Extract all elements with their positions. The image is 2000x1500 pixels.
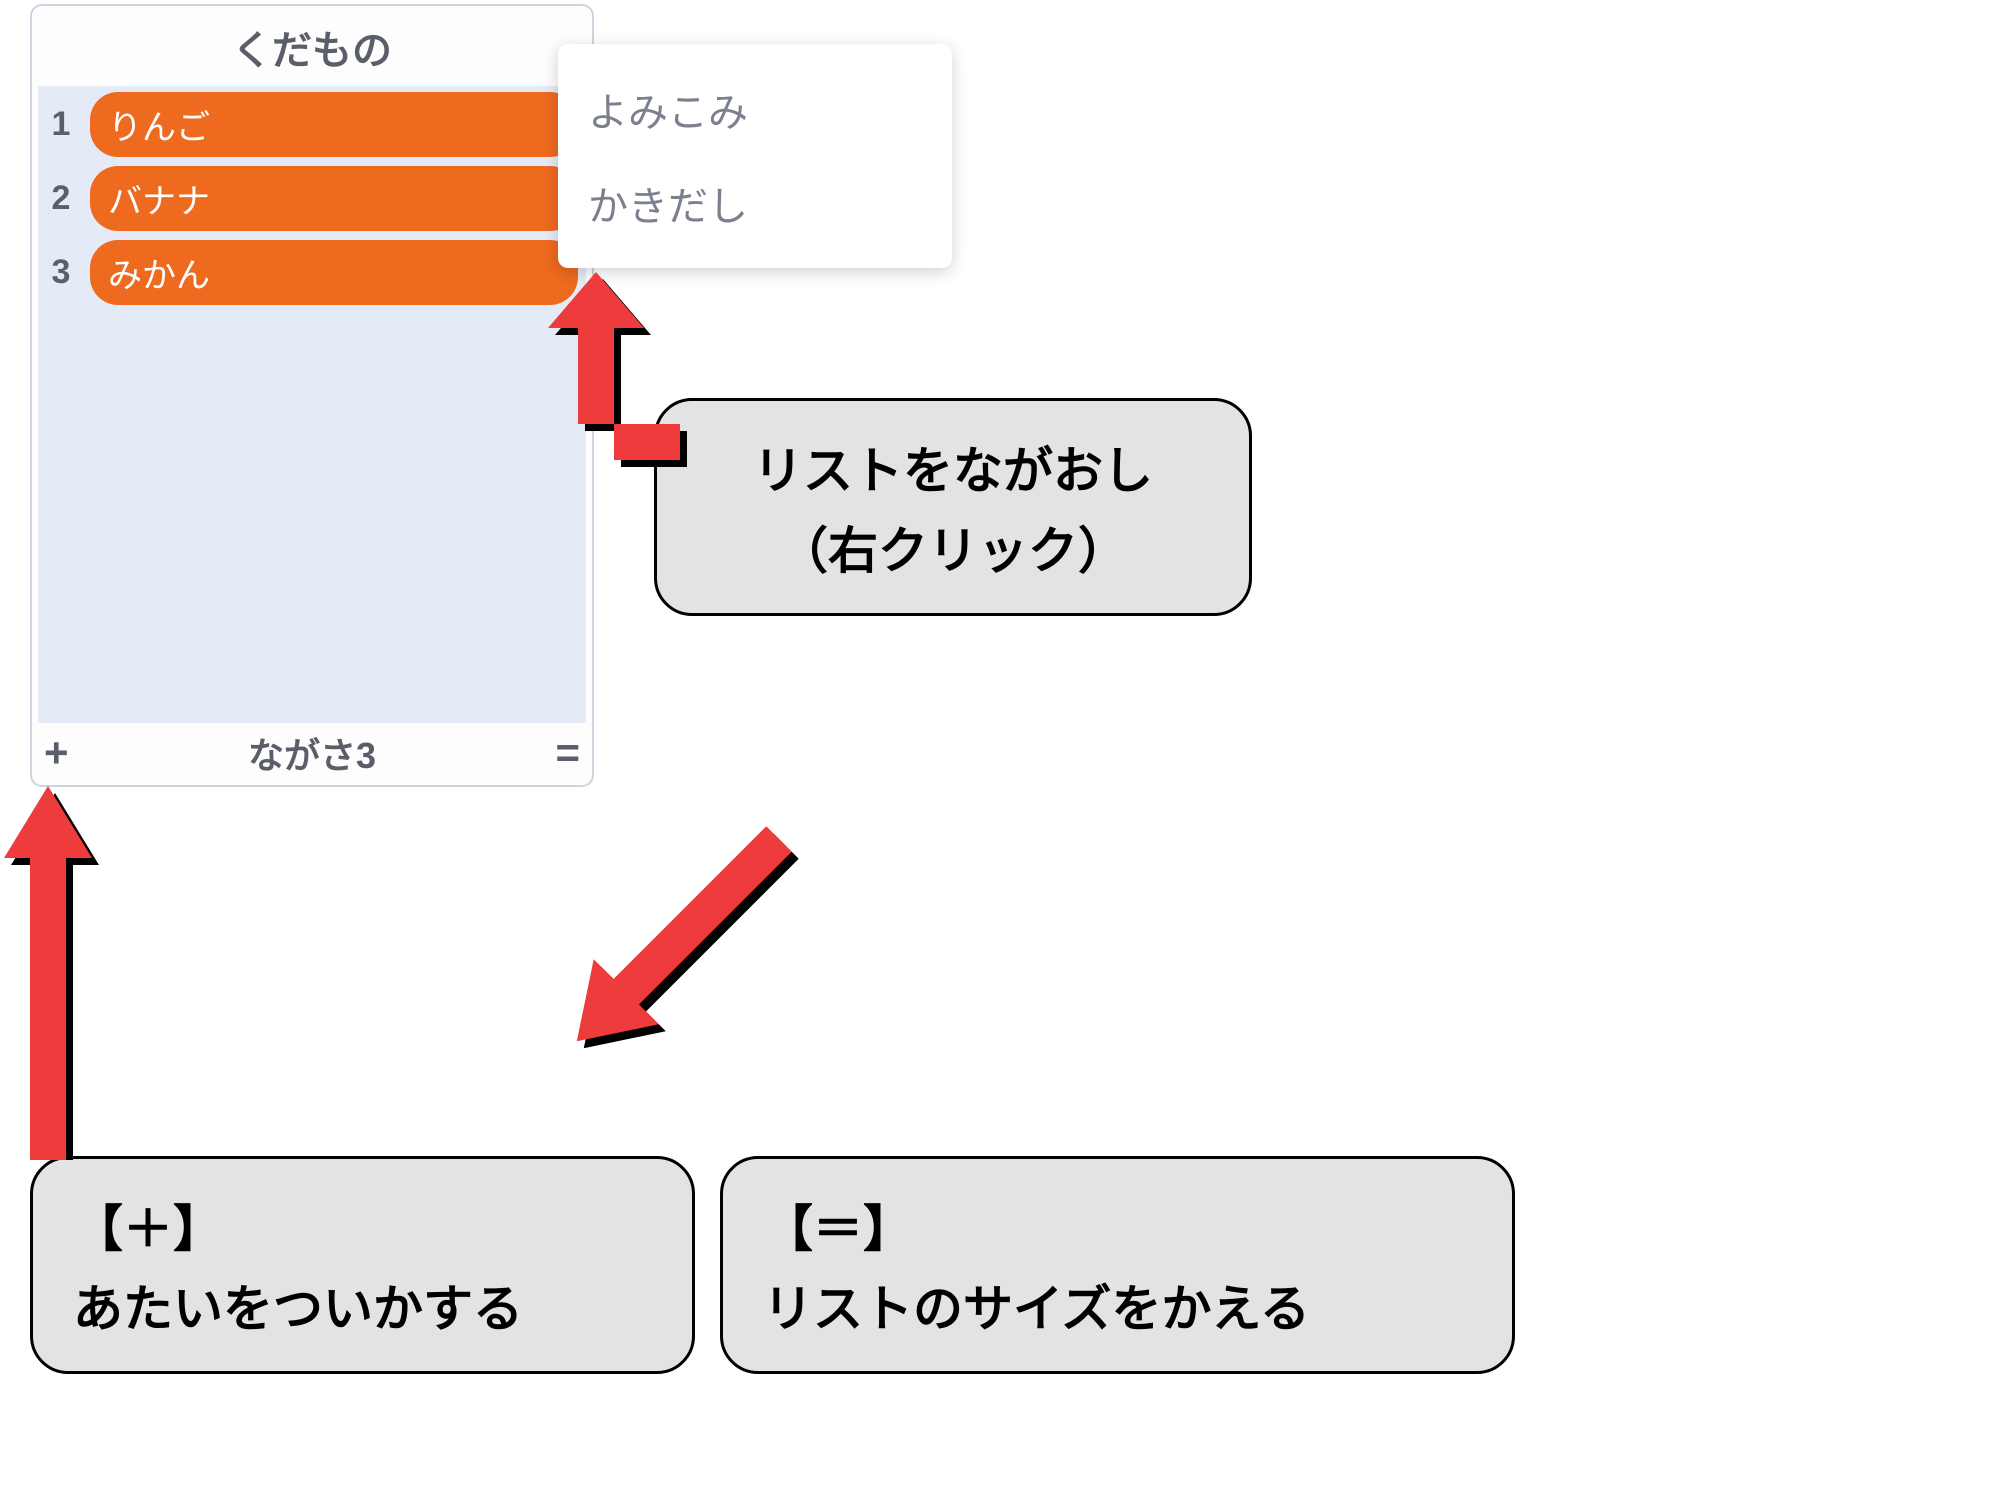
callout-plus: 【＋】 あたいをついかする [30,1156,695,1374]
add-item-button[interactable]: + [44,732,69,774]
list-body: 1 りんご 2 バナナ 3 みかん [38,86,586,723]
callout-line: リストのサイズをかえる [763,1269,1472,1341]
callout-line: 【＋】 [73,1189,652,1261]
list-row[interactable]: 1 りんご [46,92,578,157]
row-index: 2 [46,179,76,218]
callout-line: リストをながおし [697,431,1209,503]
arrow-to-plus-button [0,780,110,1160]
context-menu: よみこみ かきだし [558,44,952,268]
list-title: くだもの [32,6,592,86]
row-value-pill[interactable]: みかん [90,240,578,305]
list-panel: くだもの 1 りんご 2 バナナ 3 みかん + ながさ3 = [30,4,594,787]
list-footer: + ながさ3 = [32,723,592,785]
callout-context-menu: リストをながおし （右クリック） [654,398,1252,616]
resize-list-button[interactable]: = [555,732,580,774]
callout-line: 【＝】 [763,1189,1472,1261]
menu-item-export[interactable]: かきだし [558,156,952,250]
list-row[interactable]: 3 みかん [46,240,578,305]
list-row[interactable]: 2 バナナ [46,166,578,231]
menu-item-import[interactable]: よみこみ [558,62,952,156]
row-index: 1 [46,105,76,144]
callout-equals: 【＝】 リストのサイズをかえる [720,1156,1515,1374]
callout-line: あたいをついかする [73,1269,652,1341]
arrow-to-equals-callout [530,788,830,1088]
row-value-pill[interactable]: りんご [90,92,578,157]
callout-line: （右クリック） [697,511,1209,583]
list-length-label: ながさ3 [248,727,376,779]
row-value-pill[interactable]: バナナ [90,166,578,231]
row-index: 3 [46,253,76,292]
